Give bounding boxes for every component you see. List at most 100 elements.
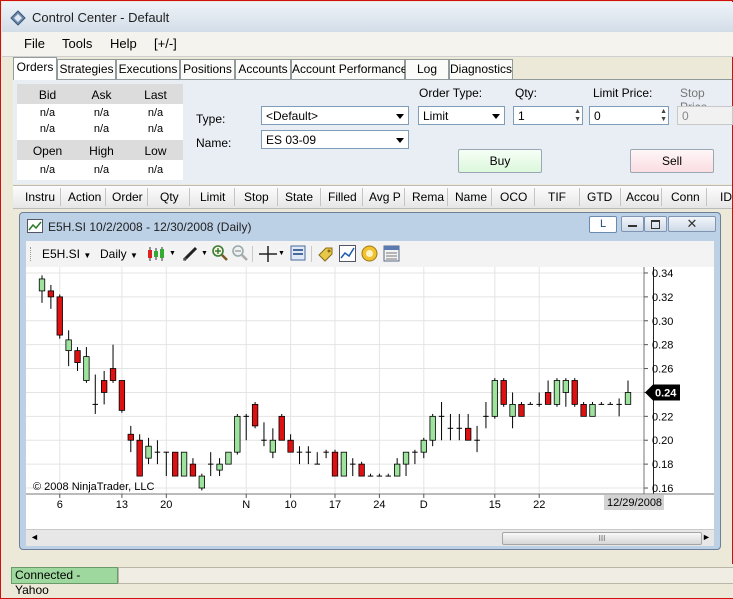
qty-label: Qty: bbox=[515, 86, 538, 100]
candle bbox=[474, 425, 480, 453]
type-select-value: <Default> bbox=[266, 109, 319, 123]
column-header-remaining[interactable]: Rema bbox=[412, 190, 444, 204]
zoom-in-icon[interactable] bbox=[212, 245, 228, 262]
candle bbox=[624, 380, 632, 405]
tab-accounts[interactable]: Accounts bbox=[235, 59, 291, 79]
scroll-left-icon[interactable]: ◄ bbox=[30, 532, 39, 542]
column-header-gtd[interactable]: GTD bbox=[587, 190, 612, 204]
column-header-connection[interactable]: Conn bbox=[671, 190, 700, 204]
sell-button[interactable]: Sell bbox=[630, 149, 714, 173]
chart-horizontal-scrollbar[interactable]: ◄ III ► bbox=[26, 529, 714, 546]
buy-button[interactable]: Buy bbox=[458, 149, 542, 173]
name-select-value: ES 03-09 bbox=[266, 133, 317, 147]
column-header-oco[interactable]: OCO bbox=[500, 190, 527, 204]
candle bbox=[136, 434, 143, 477]
x-tick-label: N bbox=[242, 499, 250, 511]
chevron-down-icon[interactable]: ▼ bbox=[278, 250, 285, 257]
chart-plot-area[interactable]: 0.34 0.32 0.30 0.28 0.26 0.24 0.22 0.20 0.18 0.16… bbox=[26, 267, 714, 529]
candle bbox=[243, 413, 249, 441]
candle-body bbox=[47, 290, 55, 298]
close-button[interactable]: ✕ bbox=[668, 216, 716, 232]
y-tick-label: 0.16 bbox=[652, 483, 673, 495]
column-header-tif[interactable]: TIF bbox=[548, 190, 566, 204]
candle bbox=[509, 392, 516, 429]
limit-price-input[interactable]: 0 ▲ ▼ bbox=[589, 106, 669, 125]
x-tick-label: 20 bbox=[160, 499, 172, 511]
minimize-button[interactable] bbox=[621, 216, 644, 232]
candle bbox=[323, 449, 329, 459]
column-header-stop[interactable]: Stop bbox=[244, 190, 269, 204]
tab-strategies[interactable]: Strategies bbox=[57, 59, 116, 79]
properties-icon[interactable] bbox=[383, 245, 400, 262]
candle-body bbox=[145, 445, 152, 459]
column-header-id[interactable]: ID bbox=[720, 190, 732, 204]
chart-window-title: E5H.SI 10/2/2008 - 12/30/2008 (Daily) bbox=[48, 220, 252, 234]
instrument-selector[interactable]: E5H.SI ▼ bbox=[42, 247, 91, 261]
crosshair-icon[interactable] bbox=[258, 245, 278, 263]
order-type-select[interactable]: Limit bbox=[418, 106, 505, 125]
column-header-instrument[interactable]: Instru bbox=[25, 190, 55, 204]
maximize-button[interactable] bbox=[644, 216, 667, 232]
candlestick-style-icon[interactable] bbox=[146, 246, 168, 262]
qty-input[interactable]: 1 ▲ ▼ bbox=[513, 106, 583, 125]
tab-diagnostics[interactable]: Diagnostics bbox=[449, 59, 513, 79]
candle bbox=[491, 378, 498, 419]
candle bbox=[350, 458, 356, 477]
title-bar[interactable]: Control Center - Default bbox=[2, 2, 733, 33]
order-type-label: Order Type: bbox=[419, 86, 483, 100]
quote-values-block: n/a n/a n/a bbox=[17, 160, 183, 180]
market-replay-icon[interactable] bbox=[361, 245, 378, 262]
candle bbox=[412, 449, 418, 465]
indicators-icon[interactable] bbox=[339, 245, 356, 262]
tab-executions[interactable]: Executions bbox=[116, 59, 180, 79]
candle bbox=[562, 378, 570, 407]
column-header-avg-price[interactable]: Avg P bbox=[369, 190, 401, 204]
candle bbox=[544, 380, 552, 405]
candle bbox=[38, 275, 46, 303]
limit-price-value: 0 bbox=[594, 109, 601, 123]
candle bbox=[527, 402, 534, 405]
candle bbox=[385, 473, 392, 477]
link-button[interactable]: L bbox=[589, 216, 617, 233]
spinner-arrows-icon[interactable]: ▲ ▼ bbox=[660, 108, 667, 124]
zoom-out-icon[interactable] bbox=[232, 245, 248, 262]
column-header-action[interactable]: Action bbox=[68, 190, 101, 204]
name-select[interactable]: ES 03-09 bbox=[261, 130, 409, 149]
menu-tools[interactable]: Tools bbox=[62, 36, 92, 51]
quote-header-row: Open High Low bbox=[17, 140, 183, 160]
column-header-order[interactable]: Order bbox=[112, 190, 143, 204]
drawing-tool-icon[interactable] bbox=[182, 246, 200, 262]
price-chart[interactable]: 0.34 0.32 0.30 0.28 0.26 0.24 0.22 0.20 0.18 0.16… bbox=[26, 267, 714, 529]
tab-positions[interactable]: Positions bbox=[180, 59, 235, 79]
tab-account-performance[interactable]: Account Performance bbox=[291, 59, 407, 79]
tab-log[interactable]: Log bbox=[405, 59, 449, 79]
type-select[interactable]: <Default> bbox=[261, 106, 409, 125]
tab-orders[interactable]: Orders bbox=[13, 57, 57, 80]
chevron-down-icon[interactable]: ▼ bbox=[201, 250, 208, 257]
stop-price-input[interactable]: 0 bbox=[677, 106, 733, 125]
data-box-icon[interactable] bbox=[290, 245, 306, 261]
chart-title-bar[interactable]: E5H.SI 10/2/2008 - 12/30/2008 (Daily) L … bbox=[20, 213, 720, 239]
menu-help[interactable]: Help bbox=[110, 36, 137, 51]
spinner-arrows-icon[interactable]: ▲ ▼ bbox=[574, 108, 581, 124]
column-header-account[interactable]: Accou bbox=[626, 190, 659, 204]
column-header-limit[interactable]: Limit bbox=[200, 190, 225, 204]
candle bbox=[500, 378, 507, 407]
column-header-qty[interactable]: Qty bbox=[160, 190, 179, 204]
candle-body bbox=[56, 296, 63, 336]
high-header: High bbox=[89, 144, 114, 158]
candle bbox=[340, 451, 348, 477]
menu-expand-toggle[interactable]: [+/-] bbox=[154, 36, 177, 51]
candle-body bbox=[358, 463, 365, 477]
menu-file[interactable]: File bbox=[24, 36, 45, 51]
period-selector[interactable]: Daily ▼ bbox=[100, 247, 138, 261]
column-header-state[interactable]: State bbox=[285, 190, 313, 204]
strategies-icon[interactable] bbox=[317, 245, 334, 262]
column-header-filled[interactable]: Filled bbox=[328, 190, 357, 204]
candle-body bbox=[491, 380, 498, 417]
scroll-thumb[interactable]: III bbox=[502, 532, 702, 545]
column-header-name[interactable]: Name bbox=[455, 190, 487, 204]
chevron-down-icon[interactable]: ▼ bbox=[169, 250, 176, 257]
scroll-right-icon[interactable]: ► bbox=[702, 532, 711, 542]
candle-body bbox=[127, 433, 134, 441]
